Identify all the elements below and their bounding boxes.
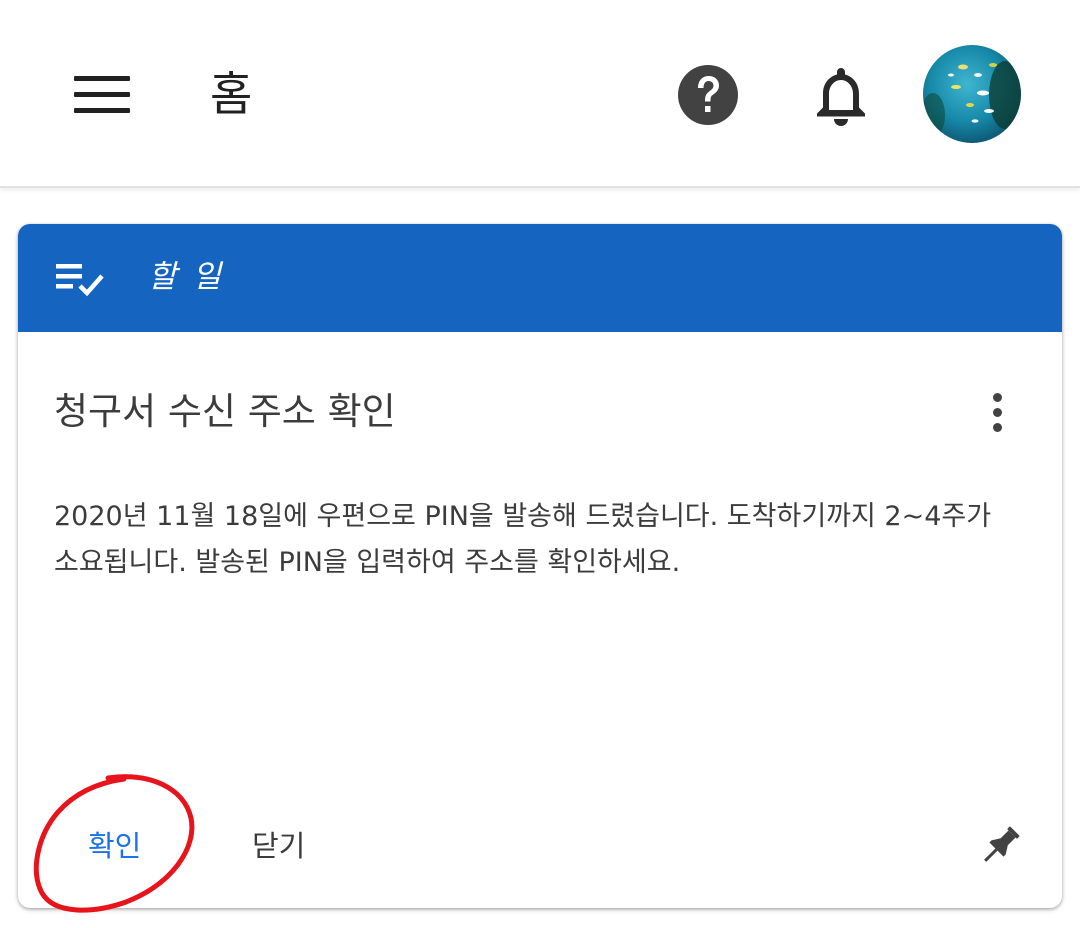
menu-icon[interactable] (70, 68, 134, 120)
help-icon[interactable] (676, 63, 740, 127)
card-header-label: 할 일 (148, 259, 224, 295)
page-title: 홈 (210, 67, 253, 121)
card-title: 청구서 수신 주소 확인 (54, 390, 396, 433)
card-body-text: 2020년 11월 18일에 우편으로 PIN을 발송해 드렸습니다. 도착하기… (54, 501, 992, 578)
pin-icon[interactable] (976, 822, 1024, 870)
card-header: 할 일 (18, 224, 1062, 332)
more-vert-icon[interactable] (978, 388, 1018, 438)
todo-card: 할 일 청구서 수신 주소 확인 2020년 11월 18일에 우편으로 PIN… (18, 224, 1062, 908)
close-button[interactable]: 닫기 (252, 820, 305, 872)
bell-icon[interactable] (806, 60, 876, 130)
playlist-check-icon (56, 260, 110, 300)
avatar[interactable] (923, 45, 1021, 143)
confirm-button[interactable]: 확인 (88, 820, 141, 872)
app-bar: 홈 (0, 0, 1080, 188)
